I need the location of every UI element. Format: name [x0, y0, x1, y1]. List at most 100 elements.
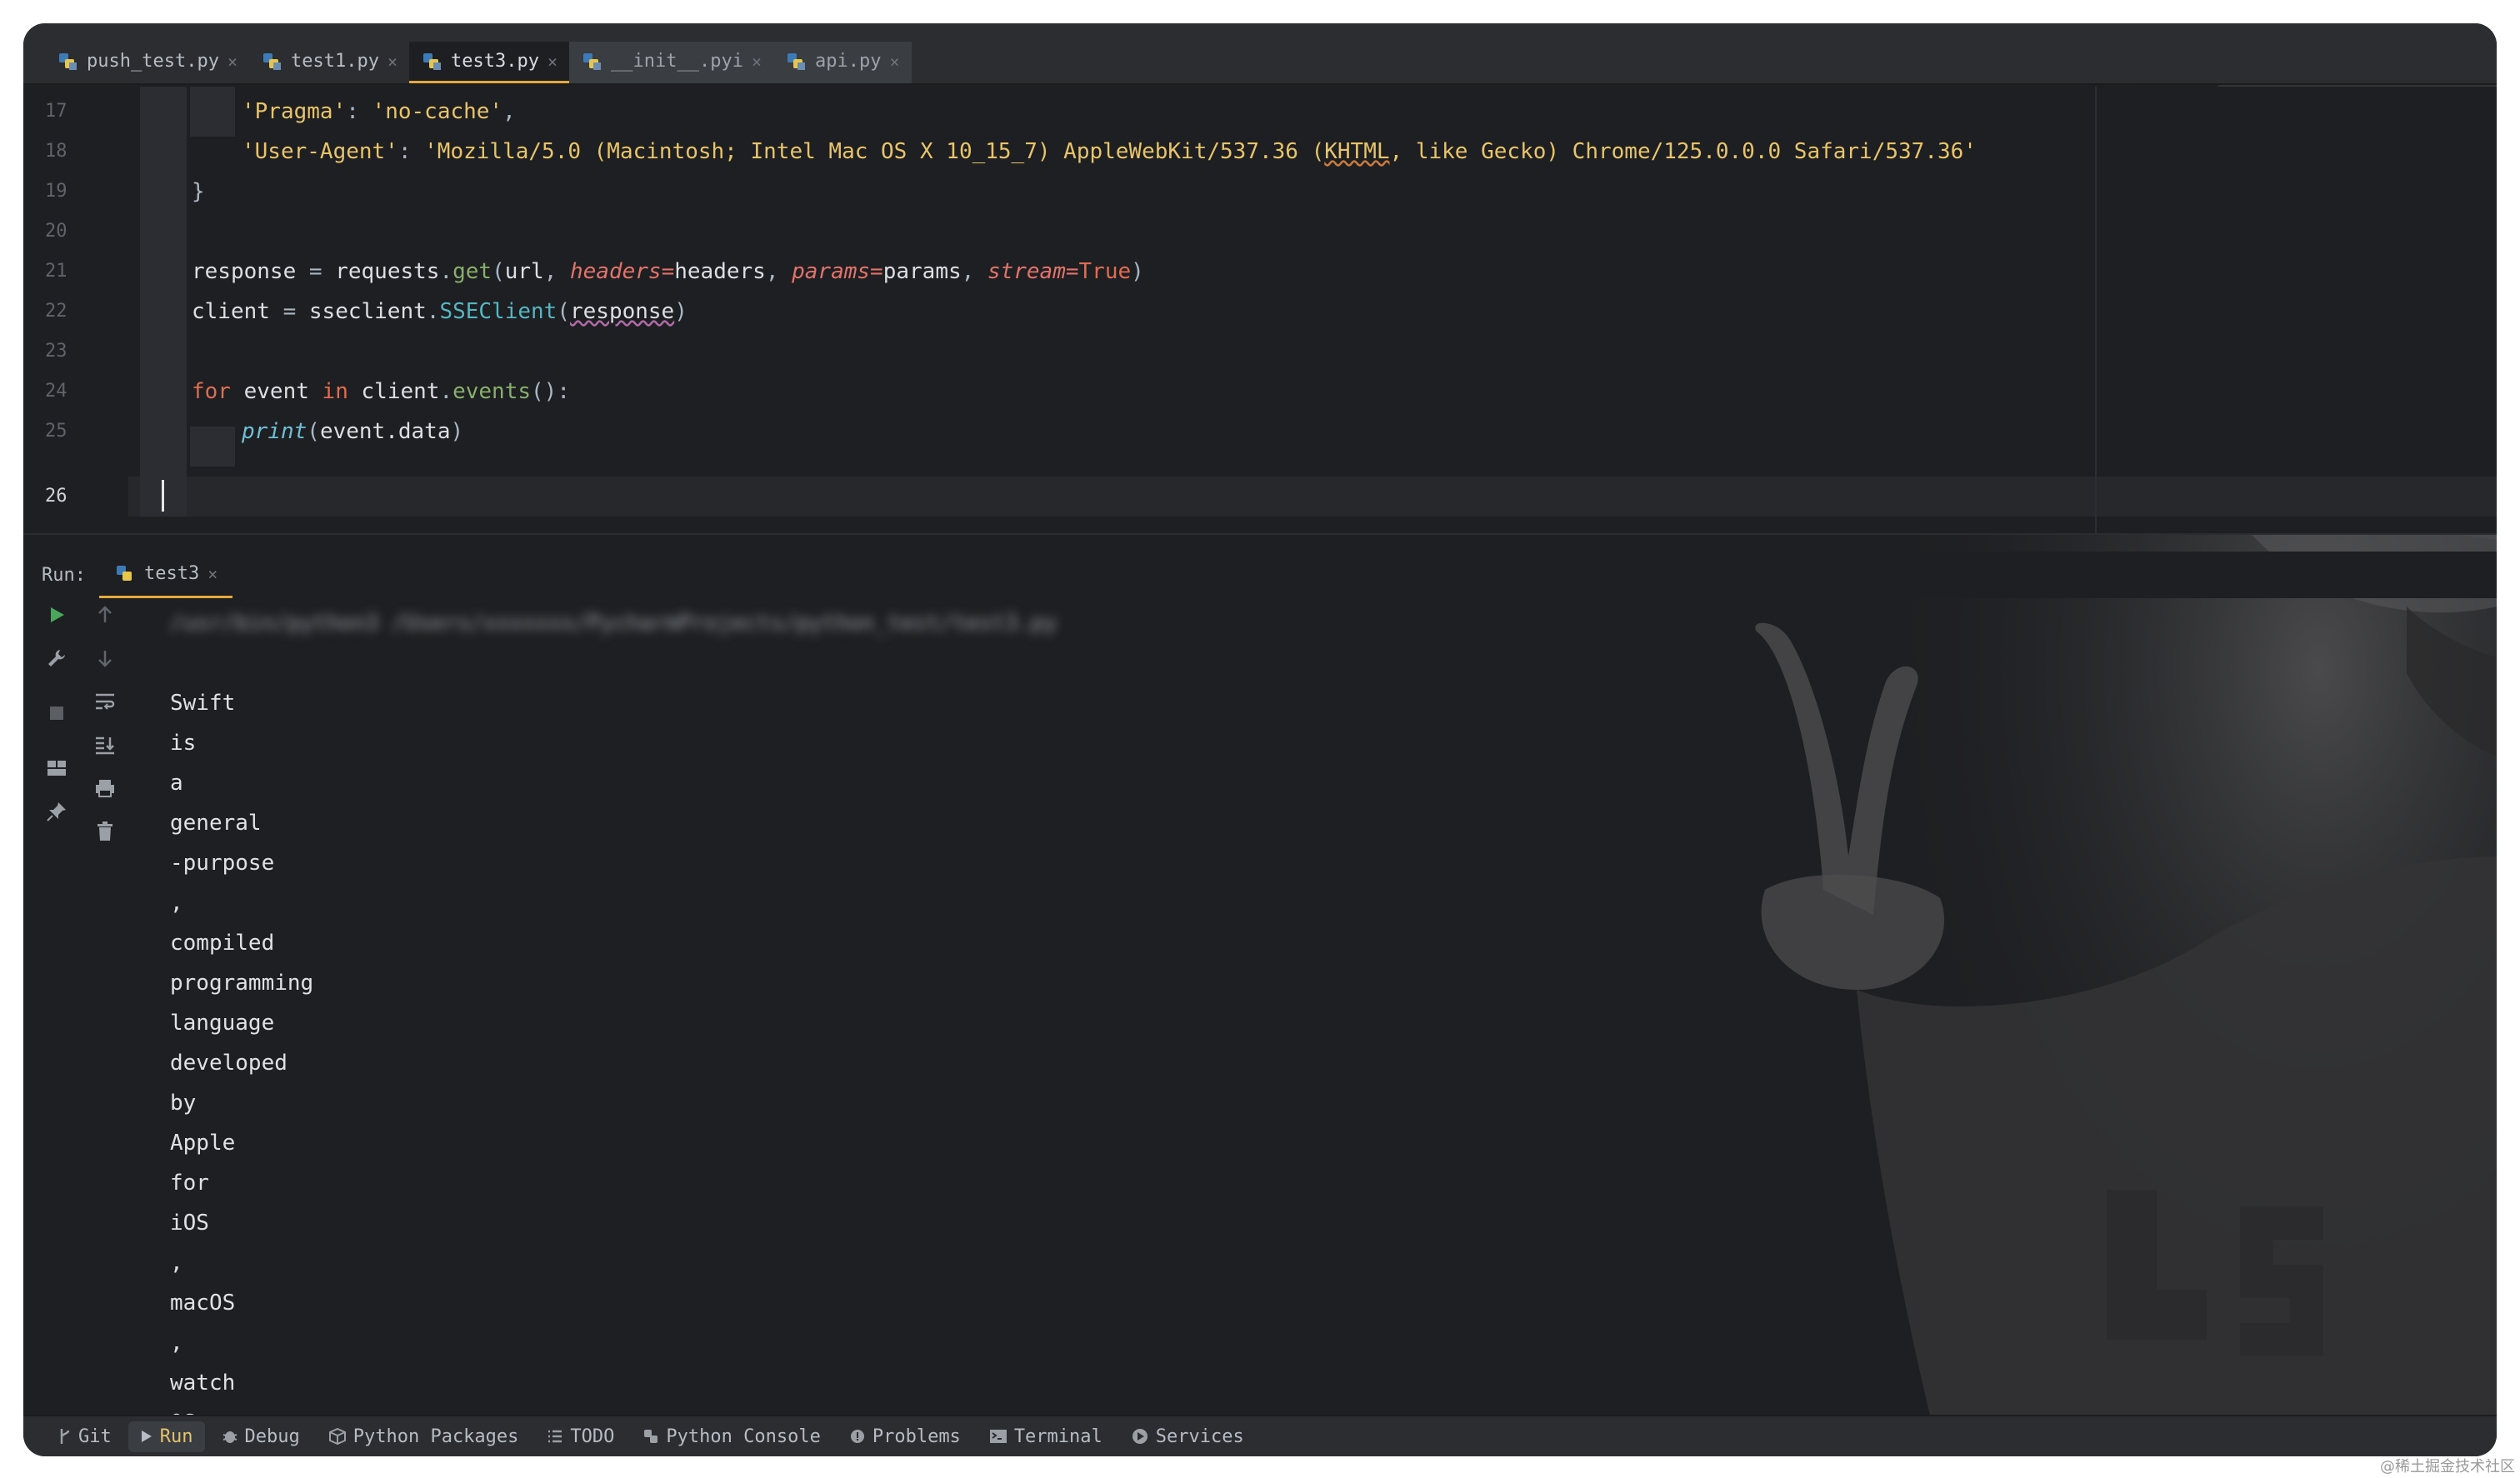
code-line-19: } [192, 172, 205, 212]
clear-all-button[interactable] [88, 815, 122, 848]
soft-wrap-icon [96, 693, 115, 710]
code-token: ) [674, 299, 688, 324]
code-token: SSEClient [439, 299, 558, 324]
code-token: client [348, 379, 440, 404]
code-token: in [322, 379, 348, 404]
code-token: , like Gecko) Chrome/125.0.0.0 Safari/53… [1389, 139, 1977, 164]
toolwindow-todo[interactable]: TODO [535, 1421, 626, 1452]
run-toolbar-secondary [82, 598, 128, 858]
run-toolbar-primary [33, 598, 80, 838]
close-icon[interactable]: × [752, 52, 762, 72]
line-number-gutter: 17 18 19 20 21 22 23 24 25 26 [23, 87, 128, 533]
scroll-to-end-button[interactable] [88, 728, 122, 761]
line-number: 19 [45, 181, 68, 202]
console-output-line: compiled [170, 931, 275, 956]
tab-label: api.py [815, 51, 882, 72]
stop-button[interactable] [40, 697, 73, 730]
toolwindow-problems[interactable]: Problems [838, 1421, 972, 1452]
close-icon[interactable]: × [208, 564, 218, 584]
tab-test1[interactable]: test1.py × [249, 42, 409, 83]
close-icon[interactable]: × [548, 52, 558, 72]
play-icon [51, 607, 64, 622]
code-line-18: 'User-Agent': 'Mozilla/5.0 (Macintosh; I… [242, 132, 1977, 172]
toolwindow-debug[interactable]: Debug [210, 1421, 312, 1452]
python-file-icon [423, 52, 442, 70]
current-line-highlight [128, 477, 2497, 517]
print-button[interactable] [88, 771, 122, 805]
console-output-line: for [170, 1171, 209, 1196]
line-number: 23 [45, 341, 68, 362]
run-console-output[interactable]: /usr/bin/python3 /Users/xxxxxxx/PycharmP… [170, 603, 2420, 1436]
close-icon[interactable]: × [228, 52, 238, 72]
toolwindow-label: Terminal [1013, 1426, 1102, 1447]
toolwindow-services[interactable]: Services [1119, 1421, 1256, 1452]
services-icon [1132, 1429, 1148, 1444]
scroll-down-button[interactable] [88, 642, 122, 675]
run-tab-label: test3 [143, 563, 200, 584]
editor-tab-bar: push_test.py × test1.py × test3.py × __i… [23, 42, 2497, 85]
warning-token: response [569, 299, 675, 324]
toolwindow-git[interactable]: Git [47, 1421, 123, 1452]
toolwindow-python-packages[interactable]: Python Packages [317, 1421, 531, 1452]
scroll-up-button[interactable] [88, 598, 122, 632]
code-token: event [230, 379, 322, 404]
close-icon[interactable]: × [890, 52, 900, 72]
tab-push-test[interactable]: push_test.py × [45, 42, 249, 83]
run-tab-test3[interactable]: test3 × [98, 552, 233, 598]
line-number: 17 [45, 101, 68, 122]
code-token: sseclient [308, 299, 427, 324]
code-token: : [346, 99, 372, 124]
pin-tab-button[interactable] [40, 795, 73, 828]
line-number: 20 [45, 221, 68, 242]
console-command-line: /usr/bin/python3 /Users/xxxxxxx/PycharmP… [170, 611, 1058, 636]
code-token: requests [335, 259, 440, 284]
tab-test3[interactable]: test3.py × [409, 42, 570, 83]
arrow-down-icon [98, 651, 112, 667]
wrench-icon [48, 650, 65, 667]
toolwindow-run[interactable]: Run [128, 1421, 205, 1452]
packages-icon [328, 1427, 346, 1446]
toolwindow-label: Python Packages [352, 1426, 519, 1447]
tab-label: test3.py [451, 51, 539, 72]
line-number-current: 26 [45, 486, 68, 507]
line-number: 25 [45, 421, 68, 442]
edit-config-button[interactable] [40, 642, 73, 675]
watermark-text: @稀土掘金技术社区 [2380, 1458, 2515, 1476]
toolwindow-label: Run [159, 1426, 193, 1447]
code-token: (): [531, 379, 570, 404]
tab-label: __init__.pyi [611, 51, 743, 72]
console-output-line: , [170, 891, 183, 916]
code-token: } [192, 179, 205, 204]
console-output-line: programming [170, 971, 314, 996]
console-output-line: macOS [170, 1291, 236, 1316]
console-output-line: , [170, 1251, 183, 1276]
code-token: , [543, 259, 570, 284]
python-file-icon [59, 52, 77, 70]
toolwindow-python-console[interactable]: Python Console [631, 1421, 832, 1452]
run-icon [141, 1431, 152, 1442]
rerun-button[interactable] [40, 598, 73, 632]
tab-init-pyi[interactable]: __init__.pyi × [569, 42, 774, 83]
code-token: , [502, 99, 516, 124]
toolwindow-label: Python Console [666, 1426, 821, 1447]
layout-button[interactable] [40, 751, 73, 785]
tab-api[interactable]: api.py × [773, 42, 912, 83]
code-token: 'no-cache' [372, 99, 503, 124]
code-token: event.data [319, 419, 451, 444]
code-token: params [792, 259, 871, 284]
toolwindow-terminal[interactable]: Terminal [978, 1421, 1114, 1452]
code-token: headers [674, 259, 766, 284]
indent-guide [190, 427, 235, 467]
tool-window-bar: Git Run Debug Python Packages TODO Pytho… [23, 1415, 2497, 1456]
pin-icon [47, 802, 66, 821]
console-output-line: language [170, 1011, 275, 1036]
python-file-icon [263, 52, 281, 70]
code-line-24: for event in client.events(): [192, 372, 570, 412]
soft-wrap-button[interactable] [88, 685, 122, 718]
code-editor[interactable]: 17 18 19 20 21 22 23 24 25 26 'Pragma': … [23, 87, 2497, 535]
code-token: print [242, 419, 308, 444]
indent-guide [190, 87, 235, 137]
layout-icon [48, 761, 66, 776]
code-token: for [192, 379, 231, 404]
close-icon[interactable]: × [388, 52, 398, 72]
